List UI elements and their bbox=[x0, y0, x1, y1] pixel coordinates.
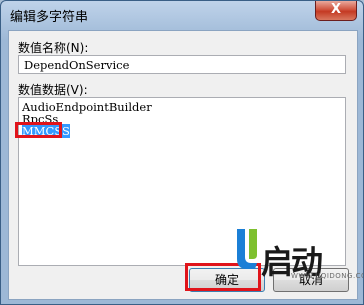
data-line: RpcSs bbox=[22, 112, 59, 126]
edit-multi-string-dialog: 编辑多字符串 X 数值名称(N): DependOnService 数值数据(V… bbox=[0, 0, 364, 305]
dialog-title: 编辑多字符串 bbox=[10, 10, 89, 25]
watermark-logo-icon bbox=[237, 229, 257, 269]
close-icon: X bbox=[330, 2, 342, 17]
close-button[interactable]: X bbox=[315, 1, 357, 21]
value-name-field[interactable]: DependOnService bbox=[18, 55, 346, 74]
watermark-url: WWW.UQIDONG.COM bbox=[291, 272, 363, 280]
selection-annotation-box bbox=[15, 122, 62, 138]
value-name-label: 数值名称(N): bbox=[18, 41, 89, 55]
value-data-label: 数值数据(V): bbox=[18, 83, 88, 97]
data-line: AudioEndpointBuilder bbox=[22, 100, 152, 114]
title-bar[interactable]: 编辑多字符串 X bbox=[1, 1, 363, 29]
